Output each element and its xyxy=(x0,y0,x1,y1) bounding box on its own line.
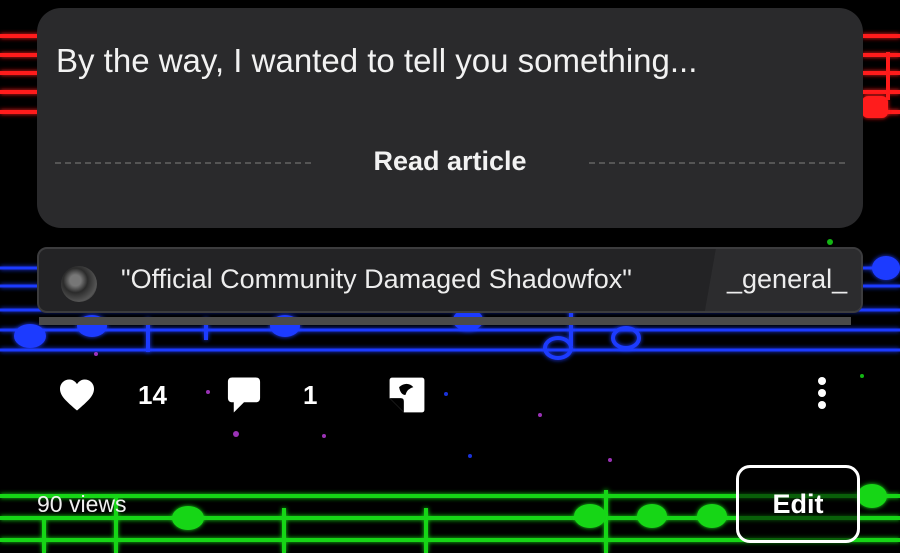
community-tag-label: _general_ xyxy=(727,264,848,294)
edit-button[interactable]: Edit xyxy=(736,465,860,543)
article-card[interactable]: By the way, I wanted to tell you somethi… xyxy=(37,8,863,228)
community-banner-shadow xyxy=(39,317,851,325)
community-tag[interactable]: _general_ xyxy=(717,249,861,311)
comment-count: 1 xyxy=(303,380,318,410)
heart-icon xyxy=(60,379,94,411)
comment-button[interactable] xyxy=(226,376,262,419)
read-article-row: Read article xyxy=(55,146,845,178)
view-count: 90 views xyxy=(37,491,127,517)
read-article-button[interactable]: Read article xyxy=(367,146,533,177)
divider-left xyxy=(55,162,311,164)
share-icon xyxy=(389,377,425,413)
article-preview-text: By the way, I wanted to tell you somethi… xyxy=(56,42,698,79)
red-note xyxy=(862,96,888,118)
comment-icon xyxy=(227,377,261,413)
community-banner[interactable]: "Official Community Damaged Shadowfox" _… xyxy=(37,247,863,325)
divider-right xyxy=(589,162,845,164)
community-bar[interactable]: "Official Community Damaged Shadowfox" _… xyxy=(37,247,863,313)
community-avatar xyxy=(61,266,97,302)
post-actions: 14 1 xyxy=(0,368,900,428)
community-name: "Official Community Damaged Shadowfox" xyxy=(121,264,632,294)
share-button[interactable] xyxy=(388,376,426,419)
more-icon xyxy=(818,377,826,409)
like-button[interactable] xyxy=(58,378,96,417)
like-count: 14 xyxy=(138,380,167,410)
more-options-button[interactable] xyxy=(812,376,832,417)
